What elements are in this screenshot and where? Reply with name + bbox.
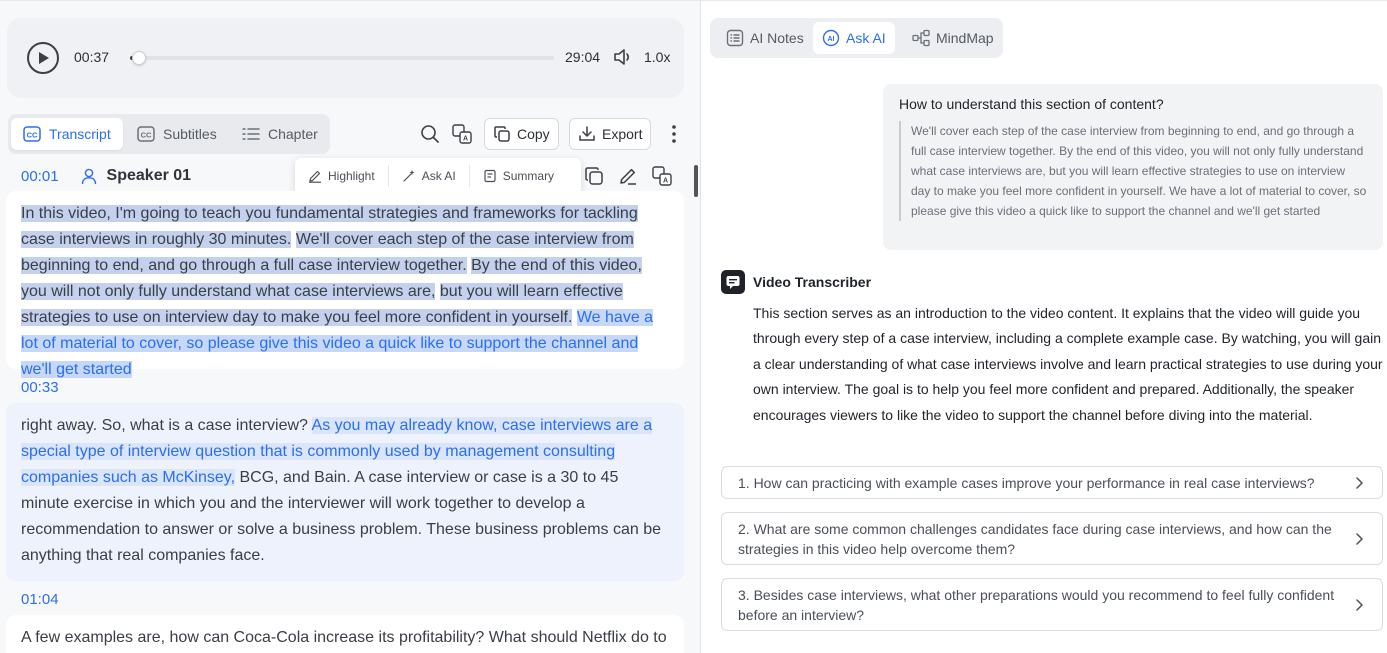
segment-timestamp[interactable]: 01:04: [21, 591, 59, 608]
copy-button[interactable]: Copy: [484, 118, 559, 150]
total-time: 29:04: [565, 49, 601, 65]
translate-icon: A: [652, 166, 672, 186]
audio-player: 00:37 29:04 1.0x: [7, 18, 684, 98]
copy-label: Copy: [517, 126, 550, 142]
summary-label: Summary: [502, 169, 555, 183]
sparkle-icon: [403, 170, 415, 182]
tab-mindmap[interactable]: MindMap: [903, 22, 1003, 54]
highlight-button[interactable]: Highlight: [295, 165, 389, 187]
list-icon: [242, 128, 260, 140]
more-vertical-icon: [672, 125, 676, 143]
summary-icon: [484, 169, 496, 183]
bot-header: Video Transcriber: [721, 270, 871, 294]
svg-text:CC: CC: [27, 131, 38, 140]
transcript-segment[interactable]: In this video, I'm going to teach you fu…: [6, 191, 684, 378]
transcript-segment-active[interactable]: right away. So, what is a case interview…: [6, 403, 684, 581]
chevron-right-icon: [1356, 532, 1363, 545]
app-root: 00:37 29:04 1.0x CC Transcript CC Subtit…: [0, 0, 1387, 653]
progress-handle[interactable]: [131, 51, 146, 65]
svg-text:A: A: [663, 178, 668, 185]
ai-panel: AI Notes AI Ask AI MindMap How to unders…: [701, 0, 1387, 653]
translate-icon: A: [452, 124, 472, 144]
ai-icon: AI: [822, 29, 840, 47]
question-text: How to understand this section of conten…: [899, 96, 1164, 112]
export-button[interactable]: Export: [569, 118, 652, 150]
pen-icon: [309, 170, 321, 183]
suggested-question[interactable]: 2. What are some common challenges candi…: [721, 512, 1383, 565]
tab-label: Ask AI: [846, 30, 886, 46]
person-icon: [81, 168, 96, 184]
tab-label: AI Notes: [750, 30, 804, 46]
translate-segment-button[interactable]: A: [652, 166, 672, 186]
segment-header: 01:04: [21, 591, 59, 608]
more-options-button[interactable]: [663, 123, 685, 145]
ai-tabs: AI Notes AI Ask AI MindMap: [710, 18, 1003, 58]
selection-popup: Highlight Ask AI Summary: [295, 158, 581, 194]
play-button[interactable]: [27, 42, 59, 74]
volume-icon[interactable]: [613, 48, 633, 66]
segment-header: 00:33: [21, 379, 59, 396]
svg-text:CC: CC: [141, 131, 152, 140]
search-icon: [421, 125, 439, 143]
transcript-tabs: CC Transcript CC Subtitles Chapter: [8, 114, 330, 154]
chevron-right-icon: [1356, 476, 1363, 489]
svg-text:AI: AI: [828, 36, 835, 43]
chat-bubble-icon: [726, 276, 740, 289]
ask-ai-button[interactable]: Ask AI: [389, 165, 470, 187]
play-icon: [39, 52, 49, 64]
quoted-selection: We'll cover each step of the case interv…: [899, 121, 1367, 221]
suggested-question[interactable]: 1. How can practicing with example cases…: [721, 466, 1383, 499]
tab-label: MindMap: [936, 30, 994, 46]
suggested-question[interactable]: 3. Besides case interviews, what other p…: [721, 578, 1383, 631]
tab-ai-notes[interactable]: AI Notes: [717, 22, 813, 54]
bot-avatar: [721, 270, 745, 294]
edit-segment-button[interactable]: [618, 166, 638, 186]
translate-button[interactable]: A: [451, 123, 473, 145]
svg-text:A: A: [463, 136, 468, 143]
panel-resize-handle[interactable]: [694, 165, 698, 197]
segment-timestamp[interactable]: 00:33: [21, 379, 59, 396]
transcript-panel: 00:37 29:04 1.0x CC Transcript CC Subtit…: [0, 0, 700, 653]
ai-answer-text: This section serves as an introduction t…: [753, 305, 1383, 423]
download-icon: [579, 126, 595, 141]
progress-track[interactable]: [130, 51, 554, 65]
current-time: 00:37: [74, 49, 110, 65]
sentence[interactable]: right away. So, what is a case interview…: [21, 417, 308, 434]
sentence[interactable]: A few examples are, how can Coca-Cola in…: [21, 629, 667, 646]
suggested-question-text: 3. Besides case interviews, what other p…: [738, 586, 1335, 623]
copy-icon: [585, 167, 603, 185]
edit-icon: [620, 168, 636, 185]
user-question-bubble: How to understand this section of conten…: [883, 84, 1383, 250]
transcript-segment[interactable]: A few examples are, how can Coca-Cola in…: [6, 615, 684, 653]
copy-segment-button[interactable]: [584, 166, 604, 186]
notes-icon: [726, 29, 744, 47]
cc-icon: CC: [23, 126, 41, 142]
segment-timestamp[interactable]: 00:01: [21, 168, 59, 185]
speaker-name[interactable]: Speaker 01: [107, 167, 192, 185]
cc-icon: CC: [137, 126, 155, 142]
tab-chapter[interactable]: Chapter: [230, 118, 330, 150]
tab-ask-ai[interactable]: AI Ask AI: [813, 22, 895, 54]
segment-actions: A: [584, 166, 672, 186]
search-button[interactable]: [419, 123, 441, 145]
suggested-question-text: 2. What are some common challenges candi…: [738, 520, 1332, 557]
export-label: Export: [602, 126, 643, 142]
summary-button[interactable]: Summary: [470, 165, 567, 187]
tab-transcript[interactable]: CC Transcript: [11, 118, 123, 150]
tab-label: Transcript: [49, 126, 111, 142]
tab-label: Chapter: [268, 126, 318, 142]
ask-ai-label: Ask AI: [421, 169, 456, 183]
chevron-right-icon: [1356, 598, 1363, 611]
tab-subtitles[interactable]: CC Subtitles: [125, 118, 229, 150]
mindmap-icon: [912, 29, 930, 47]
copy-icon: [494, 126, 510, 142]
segment-header: 00:01 Speaker 01: [21, 167, 191, 185]
suggested-question-text: 1. How can practicing with example cases…: [738, 474, 1315, 491]
speed-selector[interactable]: 1.0x: [644, 49, 670, 65]
tab-label: Subtitles: [163, 126, 217, 142]
bot-name: Video Transcriber: [753, 274, 872, 290]
highlight-label: Highlight: [328, 169, 375, 183]
